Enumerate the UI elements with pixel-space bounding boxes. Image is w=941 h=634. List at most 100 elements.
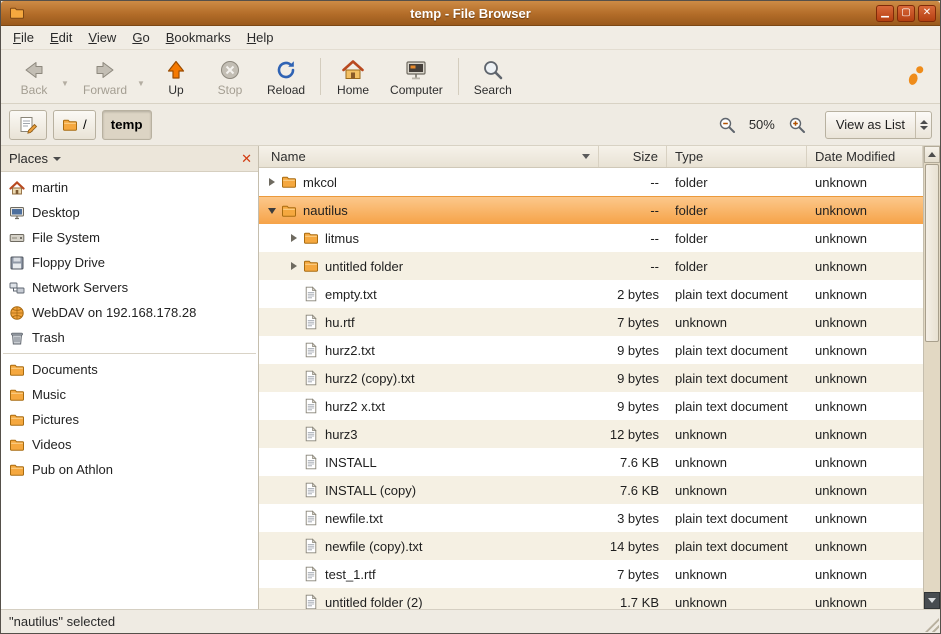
sidebar-item-file-system[interactable]: File System (1, 225, 258, 250)
desktop-icon (9, 205, 25, 221)
table-row[interactable]: newfile (copy).txt14 bytesplain text doc… (259, 532, 923, 560)
table-row[interactable]: test_1.rtf7 bytesunknownunknown (259, 560, 923, 588)
window-icon (9, 4, 27, 22)
scrollbar-thumb[interactable] (925, 164, 939, 342)
vertical-scrollbar[interactable] (923, 146, 940, 609)
places-dropdown[interactable]: Places (9, 151, 61, 166)
table-row[interactable]: litmus--folderunknown (259, 224, 923, 252)
home-label: Home (337, 83, 369, 97)
menubar: FileEditViewGoBookmarksHelp (1, 26, 940, 50)
computer-button[interactable]: Computer (380, 55, 453, 99)
table-row[interactable]: nautilus--folderunknown (259, 196, 923, 224)
table-row[interactable]: mkcol--folderunknown (259, 168, 923, 196)
menu-go[interactable]: Go (124, 27, 157, 48)
zoom-out-button[interactable] (715, 113, 739, 137)
table-row[interactable]: hurz2 (copy).txt9 bytesplain text docume… (259, 364, 923, 392)
file-name: empty.txt (325, 287, 377, 302)
file-size: 3 bytes (599, 504, 667, 532)
places-label: Places (9, 151, 48, 166)
folder-icon (281, 174, 297, 190)
column-header-type[interactable]: Type (667, 146, 807, 167)
sidebar-item-pictures[interactable]: Pictures (1, 407, 258, 432)
chevron-down-icon (53, 157, 61, 161)
sidebar-item-pub-on-athlon[interactable]: Pub on Athlon (1, 457, 258, 482)
reload-button[interactable]: Reload (257, 55, 315, 99)
zoom-level: 50% (745, 117, 779, 132)
sidebar-item-network-servers[interactable]: Network Servers (1, 275, 258, 300)
file-type: folder (667, 224, 807, 252)
minimize-button[interactable]: ▁ (876, 5, 894, 22)
table-row[interactable]: untitled folder--folderunknown (259, 252, 923, 280)
file-size: 2 bytes (599, 280, 667, 308)
scroll-up-button[interactable] (924, 146, 940, 163)
table-row[interactable]: INSTALL (copy)7.6 KBunknownunknown (259, 476, 923, 504)
column-header-date-modified[interactable]: Date Modified (807, 146, 923, 167)
folder-icon (9, 462, 25, 478)
resize-grip[interactable] (925, 618, 939, 632)
statusbar: "nautilus" selected (1, 609, 940, 633)
sidebar-item-label: Videos (32, 437, 72, 452)
file-list-pane: Name SizeTypeDate Modified mkcol--folderu… (259, 146, 940, 609)
edit-location-button[interactable] (9, 110, 47, 140)
trash-icon (9, 330, 25, 346)
titlebar[interactable]: temp - File Browser ▁ ▢ ✕ (1, 1, 940, 26)
menu-file[interactable]: File (5, 27, 42, 48)
forward-button: Forward (73, 55, 137, 99)
column-header-size[interactable]: Size (599, 146, 667, 167)
file-type: plain text document (667, 504, 807, 532)
scroll-down-button[interactable] (924, 592, 940, 609)
table-row[interactable]: hu.rtf7 bytesunknownunknown (259, 308, 923, 336)
expander-collapsed-icon[interactable] (291, 262, 297, 270)
computer-label: Computer (390, 83, 443, 97)
view-mode-select[interactable]: View as List (825, 111, 932, 139)
table-row[interactable]: hurz312 bytesunknownunknown (259, 420, 923, 448)
sidebar-item-videos[interactable]: Videos (1, 432, 258, 457)
sidebar-item-webdav-on-192-168-178-28[interactable]: WebDAV on 192.168.178.28 (1, 300, 258, 325)
table-row[interactable]: hurz2.txt9 bytesplain text documentunkno… (259, 336, 923, 364)
file-date-modified: unknown (807, 448, 923, 476)
menu-bookmarks[interactable]: Bookmarks (158, 27, 239, 48)
up-button[interactable]: Up (149, 55, 203, 99)
expander-slot[interactable] (285, 234, 303, 242)
column-header-label: Name (271, 149, 306, 164)
menu-view[interactable]: View (80, 27, 124, 48)
file-size: 9 bytes (599, 336, 667, 364)
table-row[interactable]: INSTALL7.6 KBunknownunknown (259, 448, 923, 476)
file-name: hurz2.txt (325, 343, 375, 358)
sidebar-close-button[interactable]: ✕ (241, 151, 252, 167)
sidebar-item-music[interactable]: Music (1, 382, 258, 407)
file-name: INSTALL (copy) (325, 483, 416, 498)
file-type: plain text document (667, 532, 807, 560)
table-row[interactable]: untitled folder (2)1.7 KBunknownunknown (259, 588, 923, 609)
home-button[interactable]: Home (326, 55, 380, 99)
maximize-button[interactable]: ▢ (897, 5, 915, 22)
expander-slot[interactable] (263, 178, 281, 186)
file-size: -- (599, 224, 667, 252)
file-icon (303, 398, 319, 414)
expander-collapsed-icon[interactable] (269, 178, 275, 186)
sidebar-item-desktop[interactable]: Desktop (1, 200, 258, 225)
menu-edit[interactable]: Edit (42, 27, 80, 48)
combo-stepper-icon (915, 112, 931, 138)
sidebar-item-trash[interactable]: Trash (1, 325, 258, 350)
expander-slot[interactable] (285, 262, 303, 270)
sidebar-item-martin[interactable]: martin (1, 175, 258, 200)
table-row[interactable]: newfile.txt3 bytesplain text documentunk… (259, 504, 923, 532)
column-header-name[interactable]: Name (259, 146, 599, 167)
expander-expanded-icon[interactable] (268, 208, 276, 214)
expander-slot[interactable] (263, 208, 281, 214)
close-button[interactable]: ✕ (918, 5, 936, 22)
current-folder-button[interactable]: temp (102, 110, 152, 140)
expander-collapsed-icon[interactable] (291, 234, 297, 242)
table-row[interactable]: hurz2 x.txt9 bytesplain text documentunk… (259, 392, 923, 420)
table-row[interactable]: empty.txt2 bytesplain text documentunkno… (259, 280, 923, 308)
sidebar-item-floppy-drive[interactable]: Floppy Drive (1, 250, 258, 275)
sidebar-item-documents[interactable]: Documents (1, 357, 258, 382)
places-sidebar: Places ✕ martinDesktopFile SystemFloppy … (1, 146, 259, 609)
sidebar-header: Places ✕ (1, 146, 258, 172)
menu-help[interactable]: Help (239, 27, 282, 48)
root-folder-button[interactable]: / (53, 110, 96, 140)
search-button[interactable]: Search (464, 55, 522, 99)
zoom-in-button[interactable] (785, 113, 809, 137)
sidebar-item-label: Documents (32, 362, 98, 377)
